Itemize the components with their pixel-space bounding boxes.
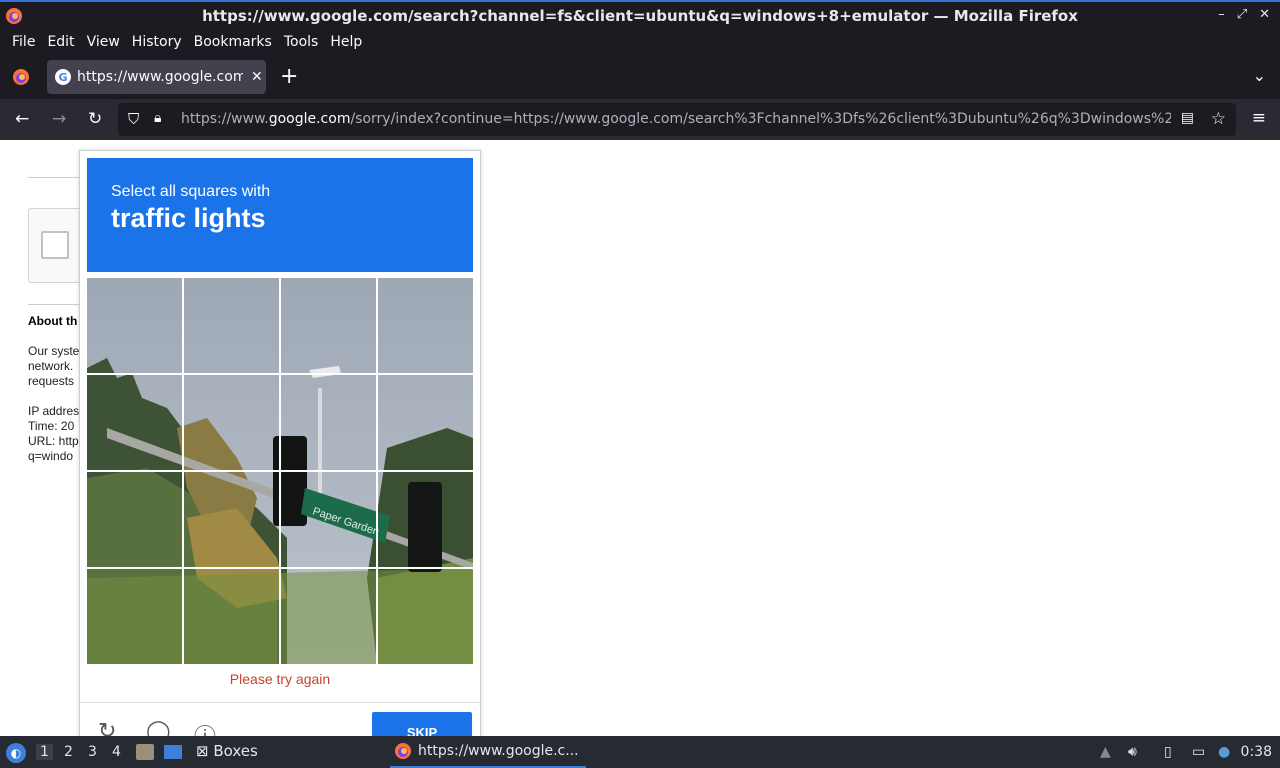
- navigation-bar: ← → ↻ ⛉ 🔒︎ https://www.google.com/sorry/…: [0, 99, 1280, 140]
- captcha-tile[interactable]: [87, 569, 181, 663]
- workspace-1[interactable]: 1: [36, 744, 53, 760]
- url-prefix: https://www.: [181, 111, 269, 127]
- taskbar: ◐ 1 2 3 4 ⊠ Boxes https://www.google.c..…: [0, 736, 1280, 768]
- captcha-tile[interactable]: [184, 375, 278, 469]
- tab-title: https://www.google.com/sorry/index?conti…: [77, 69, 243, 85]
- tab-google[interactable]: G https://www.google.com/sorry/index?con…: [47, 60, 266, 94]
- network-icon[interactable]: ▭: [1192, 744, 1205, 760]
- bg-text-line: Time: 20: [28, 419, 75, 433]
- bookmark-star-icon[interactable]: ☆: [1211, 109, 1226, 129]
- taskbar-window-title: https://www.google.c...: [418, 743, 579, 759]
- maximize-button[interactable]: ⤢: [1237, 7, 1247, 22]
- captcha-tile[interactable]: [281, 375, 375, 469]
- volume-icon[interactable]: 🔊︎: [1128, 744, 1137, 760]
- captcha-challenge: Select all squares with traffic lights P…: [79, 150, 481, 736]
- firefox-icon: [395, 743, 411, 759]
- captcha-target: traffic lights: [111, 203, 266, 233]
- about-heading: About th: [28, 314, 78, 328]
- firefox-view-icon[interactable]: [12, 68, 30, 86]
- reload-challenge-icon[interactable]: ↻: [98, 719, 116, 736]
- bg-text-line: network.: [28, 359, 74, 373]
- menu-bookmarks[interactable]: Bookmarks: [188, 34, 278, 50]
- menu-help[interactable]: Help: [324, 34, 368, 50]
- captcha-tile[interactable]: [184, 278, 278, 372]
- captcha-tile[interactable]: [184, 472, 278, 566]
- info-icon[interactable]: ⓘ: [194, 719, 216, 736]
- captcha-instruction: Select all squares with: [111, 183, 271, 200]
- url-text[interactable]: https://www.google.com/sorry/index?conti…: [181, 111, 1171, 127]
- close-window-button[interactable]: ✕: [1259, 7, 1270, 22]
- audio-challenge-icon[interactable]: ◯: [146, 719, 171, 736]
- workspace-4[interactable]: 4: [112, 744, 121, 760]
- menu-view[interactable]: View: [81, 34, 126, 50]
- menu-history[interactable]: History: [126, 34, 188, 50]
- url-bar[interactable]: ⛉ 🔒︎ https://www.google.com/sorry/index?…: [118, 103, 1236, 136]
- back-button[interactable]: ←: [15, 109, 29, 129]
- bg-text-line: IP addres: [28, 404, 80, 418]
- desktop-icon[interactable]: [164, 745, 182, 759]
- url-path: /sorry/index?continue=https://www.google…: [350, 111, 1171, 127]
- window-controls: – ⤢ ✕: [1218, 7, 1270, 22]
- menu-tools[interactable]: Tools: [278, 34, 325, 50]
- recaptcha-checkbox[interactable]: [41, 231, 69, 259]
- app-menu-icon[interactable]: ≡: [1252, 108, 1266, 128]
- boxes-launcher[interactable]: ⊠ Boxes: [196, 742, 258, 760]
- menubar: File Edit View History Bookmarks Tools H…: [0, 30, 1280, 54]
- window-titlebar: https://www.google.com/search?channel=fs…: [0, 0, 1280, 30]
- bg-text-line: requests: [28, 374, 75, 388]
- captcha-tile[interactable]: [87, 472, 181, 566]
- menu-file[interactable]: File: [6, 34, 41, 50]
- list-tabs-icon[interactable]: ⌄: [1253, 66, 1266, 85]
- taskbar-firefox-window[interactable]: https://www.google.c...: [390, 736, 586, 768]
- new-tab-button[interactable]: +: [280, 64, 298, 89]
- boxes-label: Boxes: [213, 742, 258, 760]
- start-menu-icon[interactable]: ◐: [6, 743, 26, 763]
- captcha-tile[interactable]: [87, 375, 181, 469]
- bg-text-line: Our syste: [28, 344, 80, 358]
- notification-icon[interactable]: ●: [1218, 744, 1230, 760]
- captcha-image-grid: Paper Garden: [87, 278, 473, 664]
- captcha-tile[interactable]: [281, 569, 375, 663]
- workspace-2[interactable]: 2: [64, 744, 73, 760]
- boxes-icon: ⊠: [196, 742, 209, 760]
- url-domain: google.com: [268, 111, 351, 127]
- clipboard-icon[interactable]: ▯: [1164, 744, 1172, 760]
- captcha-tile[interactable]: [281, 472, 375, 566]
- captcha-tile[interactable]: [378, 278, 472, 372]
- captcha-tile[interactable]: [184, 569, 278, 663]
- captcha-tile[interactable]: [87, 278, 181, 372]
- reload-button[interactable]: ↻: [88, 109, 102, 129]
- window-title: https://www.google.com/search?channel=fs…: [202, 7, 1078, 25]
- captcha-tile[interactable]: [378, 375, 472, 469]
- page-content: About th Our syste network. requests IP …: [0, 140, 1280, 736]
- bg-text-line: URL: http: [28, 434, 79, 448]
- captcha-footer-divider: [80, 702, 480, 703]
- firefox-icon: [6, 8, 22, 24]
- clock: 0:38: [1240, 744, 1272, 760]
- tab-bar: G https://www.google.com/sorry/index?con…: [0, 54, 1280, 99]
- lock-icon[interactable]: 🔒︎: [154, 110, 161, 126]
- captcha-tile[interactable]: [378, 569, 472, 663]
- forward-button[interactable]: →: [52, 109, 66, 129]
- captcha-tile[interactable]: [378, 472, 472, 566]
- menu-edit[interactable]: Edit: [41, 34, 80, 50]
- google-favicon-icon: G: [55, 69, 71, 85]
- bg-text-line: q=windo: [28, 449, 74, 463]
- captcha-header: Select all squares with traffic lights: [87, 158, 473, 272]
- tracking-shield-icon[interactable]: ⛉: [128, 110, 139, 128]
- reader-view-icon[interactable]: ▤: [1181, 110, 1194, 126]
- tray-up-icon[interactable]: ▲: [1100, 744, 1111, 760]
- captcha-tile[interactable]: [281, 278, 375, 372]
- captcha-error-message: Please try again: [229, 671, 331, 687]
- file-manager-icon[interactable]: [136, 744, 154, 760]
- skip-button[interactable]: SKIP: [372, 712, 472, 736]
- close-tab-icon[interactable]: ✕: [251, 69, 263, 85]
- minimize-button[interactable]: –: [1218, 7, 1225, 22]
- workspace-3[interactable]: 3: [88, 744, 97, 760]
